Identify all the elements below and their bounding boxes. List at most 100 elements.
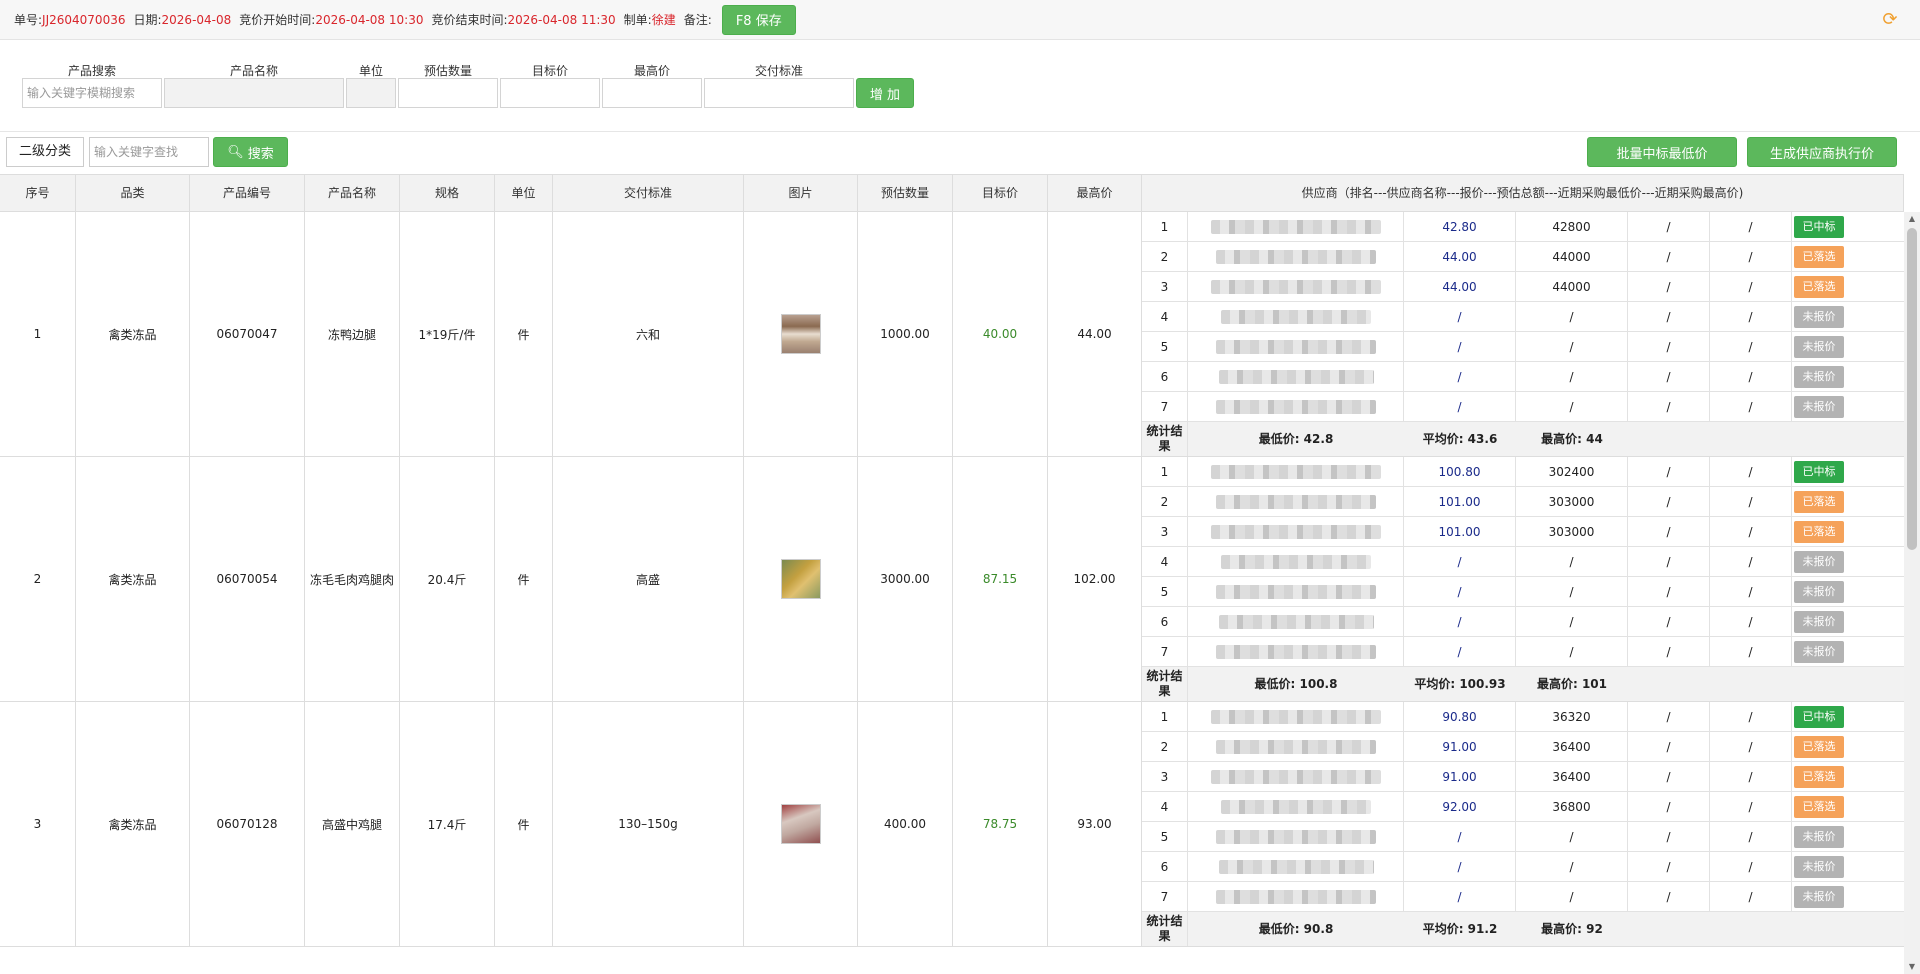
product-image[interactable] [780,314,821,354]
supplier-name-redacted [1188,547,1404,577]
supplier-price: / [1404,637,1516,667]
col-max: 最高价 [1048,175,1142,212]
supplier-low: / [1628,762,1710,792]
supplier-rank: 5 [1142,332,1188,362]
supplier-row: 6// / / 未报价 [1142,362,1904,392]
cell-spec: 20.4斤 [400,457,495,701]
product-name-label: 产品名称 [229,64,278,78]
supplier-name-redacted [1188,882,1404,912]
cell-name: 冻鸭边腿 [305,212,400,456]
supplier-price: / [1404,392,1516,422]
supplier-name-redacted [1188,702,1404,732]
supplier-price: 91.00 [1404,762,1516,792]
scrollbar-thumb[interactable] [1907,228,1917,550]
category-filter-button[interactable]: 二级分类 [6,137,84,167]
redacted-name-blur [1221,800,1371,814]
supplier-low: / [1628,547,1710,577]
supplier-high: / [1710,362,1792,392]
product-image[interactable] [780,559,821,599]
supplier-price: / [1404,302,1516,332]
status-badge[interactable]: 未报价 [1794,551,1844,573]
supplier-low: / [1628,577,1710,607]
status-badge[interactable]: 未报价 [1794,826,1844,848]
target-price-input[interactable] [500,78,600,108]
status-badge[interactable]: 已中标 [1794,461,1844,483]
status-badge[interactable]: 已中标 [1794,706,1844,728]
redacted-name-blur [1216,400,1376,414]
supplier-total: 303000 [1516,517,1628,547]
status-badge[interactable]: 未报价 [1794,306,1844,328]
status-badge[interactable]: 未报价 [1794,856,1844,878]
end-time: 2026-04-08 11:30 [507,12,616,27]
redacted-name-blur [1211,465,1381,479]
supplier-rank: 6 [1142,852,1188,882]
supplier-row: 7// / / 未报价 [1142,392,1904,422]
supplier-name-redacted [1188,822,1404,852]
batch-award-lowest-button[interactable]: 批量中标最低价 [1587,137,1737,167]
delivery-standard-label: 交付标准 [754,64,803,78]
cell-name: 高盛中鸡腿 [305,702,400,946]
supplier-high: / [1710,487,1792,517]
vertical-scrollbar[interactable]: ▲ ▼ [1904,212,1920,974]
status-badge[interactable]: 已落选 [1794,276,1844,298]
stat-label: 统计结果 [1142,667,1188,701]
refresh-icon[interactable]: ⟳ [1880,10,1900,30]
col-image: 图片 [744,175,858,212]
supplier-row: 3 91.00 36400// 已落选 [1142,762,1904,792]
redacted-name-blur [1211,525,1381,539]
add-product-form: 产品搜索 产品名称 单位 预估数量 目标价 最高价 交付标准 输入关键字模糊搜索… [0,40,1920,132]
est-qty-label: 预估数量 [423,64,472,78]
delivery-standard-input[interactable] [704,78,854,108]
supplier-high: / [1710,242,1792,272]
status-badge[interactable]: 已中标 [1794,216,1844,238]
generate-supplier-price-button[interactable]: 生成供应商执行价 [1747,137,1897,167]
cell-code: 06070047 [190,212,305,456]
scroll-down-icon[interactable]: ▼ [1904,960,1920,974]
supplier-rank: 1 [1142,212,1188,242]
supplier-name-redacted [1188,392,1404,422]
supplier-price: / [1404,882,1516,912]
product-image[interactable] [780,804,821,844]
status-badge[interactable]: 未报价 [1794,366,1844,388]
order-no: JJ2604070036 [42,12,126,27]
supplier-name-redacted [1188,487,1404,517]
status-badge[interactable]: 已落选 [1794,796,1844,818]
supplier-price: 44.00 [1404,272,1516,302]
stat-max: 最高价: 44 [1541,432,1603,446]
supplier-status-cell: 已落选 [1792,242,1848,272]
supplier-name-redacted [1188,332,1404,362]
status-badge[interactable]: 已落选 [1794,491,1844,513]
search-button[interactable]: 🔍︎ 搜索 [213,137,288,167]
supplier-total: 36320 [1516,702,1628,732]
max-price-input[interactable] [602,78,702,108]
keyword-search-input[interactable]: 输入关键字查找 [89,137,209,167]
status-badge[interactable]: 未报价 [1794,396,1844,418]
table-row: 1 禽类冻品 06070047 冻鸭边腿 1*19斤/件件六和 1000.00 40.00 4… [0,212,1904,457]
add-button[interactable]: 增 加 [856,78,914,108]
status-badge[interactable]: 未报价 [1794,336,1844,358]
status-badge[interactable]: 未报价 [1794,581,1844,603]
cell-standard: 高盛 [553,457,744,701]
save-button[interactable]: F8 保存 [721,4,796,35]
status-badge[interactable]: 已落选 [1794,766,1844,788]
supplier-status-cell: 未报价 [1792,302,1848,332]
supplier-total: 44000 [1516,272,1628,302]
supplier-name-redacted [1188,242,1404,272]
status-badge[interactable]: 未报价 [1794,611,1844,633]
supplier-rank: 4 [1142,792,1188,822]
col-name: 产品名称 [305,175,400,212]
status-badge[interactable]: 未报价 [1794,641,1844,663]
supplier-total: 302400 [1516,457,1628,487]
status-badge[interactable]: 已落选 [1794,736,1844,758]
maker-label: 制单: [623,13,652,27]
note-label: 备注: [683,13,712,27]
supplier-total: / [1516,822,1628,852]
status-badge[interactable]: 未报价 [1794,886,1844,908]
supplier-status-cell: 已落选 [1792,487,1848,517]
status-badge[interactable]: 已落选 [1794,521,1844,543]
est-qty-input[interactable] [398,78,498,108]
search-icon: 🔍︎ [227,144,244,160]
status-badge[interactable]: 已落选 [1794,246,1844,268]
product-search-input[interactable]: 输入关键字模糊搜索 [22,78,162,108]
scroll-up-icon[interactable]: ▲ [1904,212,1920,226]
